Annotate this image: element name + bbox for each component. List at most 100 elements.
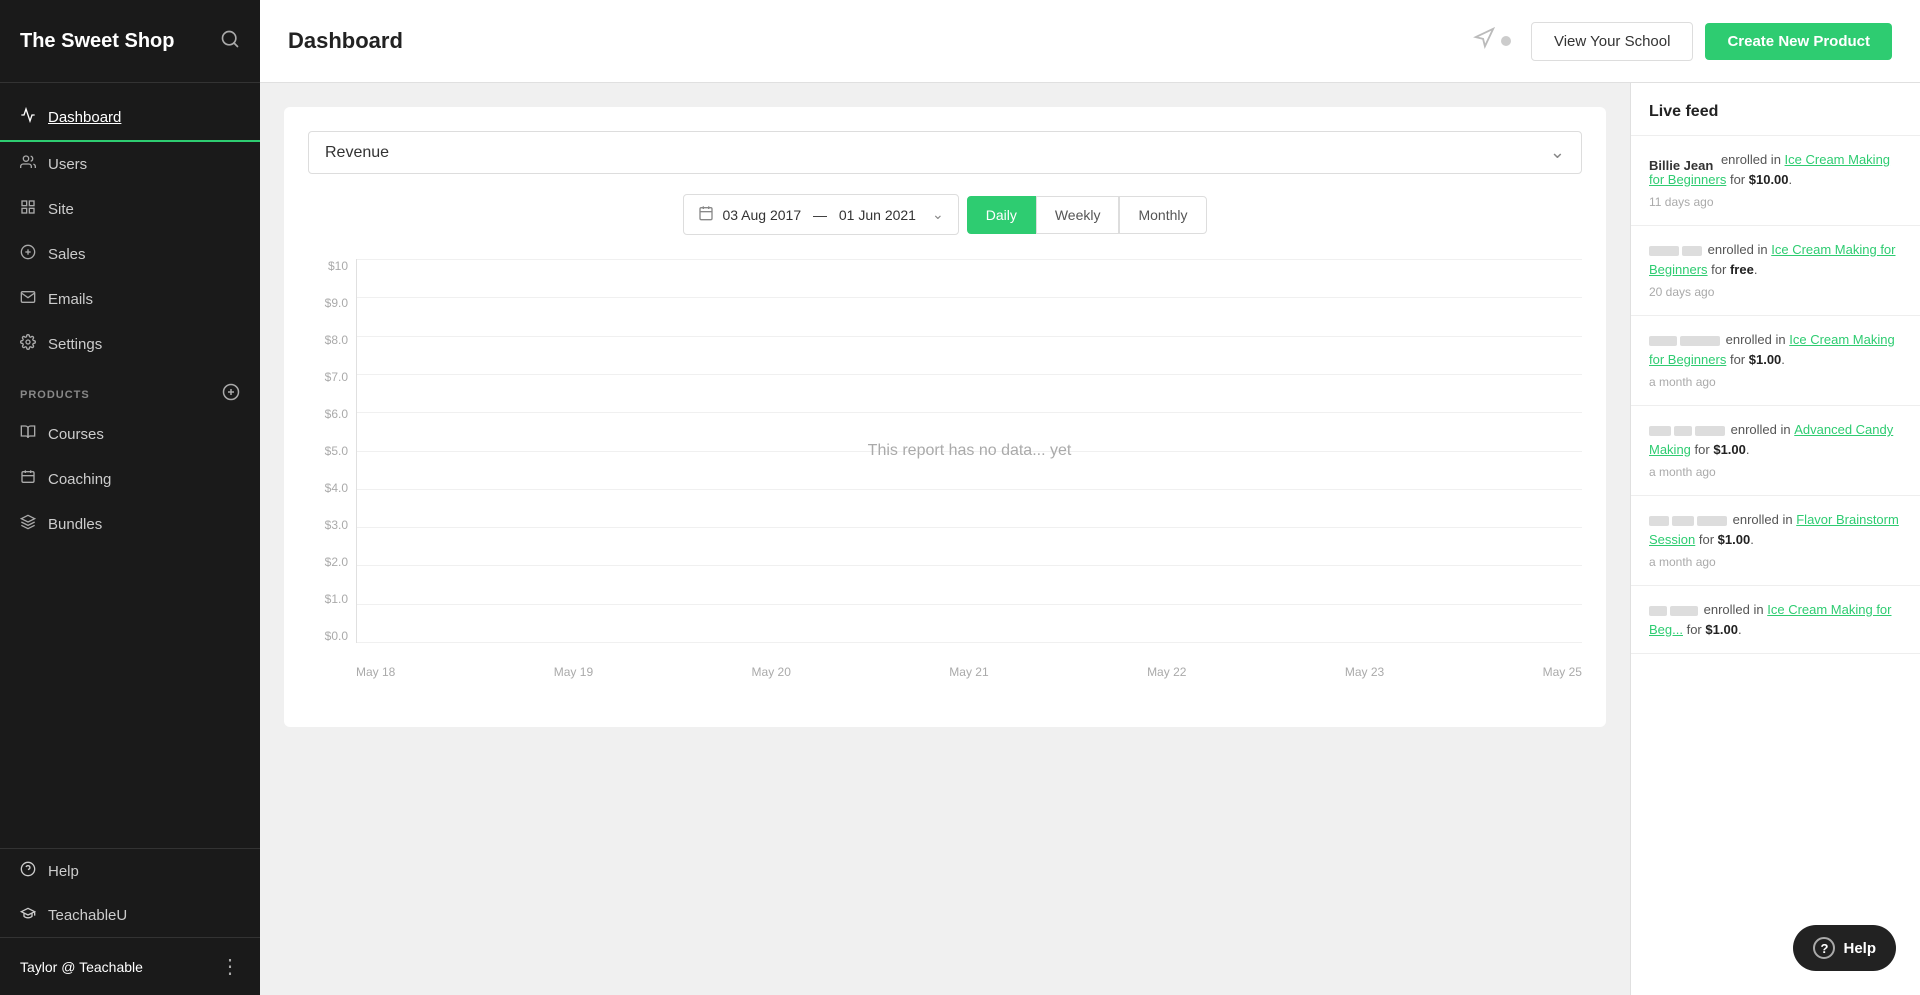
- sidebar-item-site[interactable]: Site: [0, 187, 260, 232]
- x-label-may19: May 19: [554, 665, 593, 679]
- sidebar-header: The Sweet Shop: [0, 0, 260, 83]
- date-end: 01 Jun 2021: [839, 207, 916, 223]
- x-label-may21: May 21: [949, 665, 988, 679]
- period-monthly-button[interactable]: Monthly: [1119, 196, 1206, 234]
- sidebar-item-users[interactable]: Users: [0, 142, 260, 187]
- x-label-may18: May 18: [356, 665, 395, 679]
- coaching-icon: [20, 469, 36, 490]
- feed-time-2: 20 days ago: [1649, 283, 1902, 301]
- users-icon: [20, 154, 36, 175]
- y-label-9: $9.0: [325, 296, 348, 310]
- sales-icon: [20, 244, 36, 265]
- feed-avatar-placeholder-2: [1649, 246, 1702, 256]
- sidebar-item-sales[interactable]: Sales: [0, 232, 260, 277]
- view-school-button[interactable]: View Your School: [1531, 22, 1693, 61]
- sidebar-user: Taylor @ Teachable ⋮: [0, 937, 260, 995]
- live-feed-title: Live feed: [1631, 103, 1920, 136]
- megaphone-icon: [1473, 27, 1495, 55]
- sidebar-item-sales-label: Sales: [48, 246, 86, 263]
- x-label-may23: May 23: [1345, 665, 1384, 679]
- sidebar-item-teachableu-label: TeachableU: [48, 907, 127, 924]
- y-label-3: $3.0: [325, 518, 348, 532]
- page-title: Dashboard: [288, 28, 403, 54]
- feed-item-6: enrolled in Ice Cream Making for Beg... …: [1631, 586, 1920, 654]
- date-dropdown-arrow: ⌄: [932, 206, 944, 223]
- sidebar-item-coaching[interactable]: Coaching: [0, 457, 260, 502]
- y-label-0: $0.0: [325, 629, 348, 643]
- create-product-button[interactable]: Create New Product: [1705, 23, 1892, 60]
- sidebar-item-settings[interactable]: Settings: [0, 322, 260, 367]
- feed-amount-1: $10.00: [1749, 172, 1789, 187]
- sidebar-item-help-label: Help: [48, 863, 79, 880]
- y-axis: $10 $9.0 $8.0 $7.0 $6.0 $5.0 $4.0 $3.0 $…: [308, 259, 356, 643]
- products-section-label: PRODUCTS: [0, 367, 260, 412]
- revenue-dropdown-chevron: ⌄: [1550, 142, 1565, 163]
- feed-amount-3: $1.00: [1749, 352, 1782, 367]
- help-button-label: Help: [1843, 940, 1876, 957]
- sidebar-item-bundles-label: Bundles: [48, 516, 102, 533]
- help-floating-button[interactable]: ? Help: [1793, 925, 1896, 971]
- sidebar-item-bundles[interactable]: Bundles: [0, 502, 260, 547]
- sidebar-title: The Sweet Shop: [20, 30, 174, 53]
- search-icon[interactable]: [220, 29, 240, 54]
- sidebar-item-emails[interactable]: Emails: [0, 277, 260, 322]
- feed-amount-5: $1.00: [1718, 532, 1751, 547]
- topbar-right: View Your School Create New Product: [1473, 22, 1892, 61]
- sidebar-item-courses[interactable]: Courses: [0, 412, 260, 457]
- notification-dot: [1501, 36, 1511, 46]
- main-content: Dashboard View Your School Create New Pr…: [260, 0, 1920, 995]
- sidebar-item-settings-label: Settings: [48, 336, 102, 353]
- feed-item-3: enrolled in Ice Cream Making for Beginne…: [1631, 316, 1920, 406]
- dashboard-panel: Revenue ⌄ 03 Aug 2017 — 01 Jun 2021 ⌄: [260, 83, 1630, 995]
- feed-avatar-placeholder-3: [1649, 336, 1720, 346]
- revenue-dropdown-label: Revenue: [325, 144, 389, 162]
- period-daily-button[interactable]: Daily: [967, 196, 1036, 234]
- sidebar-item-site-label: Site: [48, 201, 74, 218]
- sidebar: The Sweet Shop Dashboard Users Si: [0, 0, 260, 995]
- feed-avatar-placeholder-4: [1649, 426, 1725, 436]
- feed-avatar-placeholder-6: [1649, 606, 1698, 616]
- live-feed: Live feed Billie Jean enrolled in Ice Cr…: [1630, 83, 1920, 995]
- notification-area: [1473, 27, 1511, 55]
- sidebar-item-emails-label: Emails: [48, 291, 93, 308]
- feed-time-5: a month ago: [1649, 553, 1902, 571]
- feed-time-1: 11 days ago: [1649, 193, 1902, 211]
- sidebar-item-help[interactable]: Help: [0, 849, 260, 893]
- feed-amount-4: $1.00: [1713, 442, 1746, 457]
- chart-plot: This report has no data... yet: [356, 259, 1582, 643]
- sidebar-item-coaching-label: Coaching: [48, 471, 111, 488]
- chart-area: $10 $9.0 $8.0 $7.0 $6.0 $5.0 $4.0 $3.0 $…: [308, 259, 1582, 679]
- courses-icon: [20, 424, 36, 445]
- date-range-selector[interactable]: 03 Aug 2017 — 01 Jun 2021 ⌄: [683, 194, 958, 235]
- sidebar-item-courses-label: Courses: [48, 426, 104, 443]
- y-label-6: $6.0: [325, 407, 348, 421]
- feed-amount-2: free: [1730, 262, 1754, 277]
- emails-icon: [20, 289, 36, 310]
- y-label-1: $1.0: [325, 592, 348, 606]
- y-label-8: $8.0: [325, 333, 348, 347]
- sidebar-item-dashboard[interactable]: Dashboard: [0, 95, 260, 142]
- y-label-4: $4.0: [325, 481, 348, 495]
- y-label-7: $7.0: [325, 370, 348, 384]
- help-nav-icon: [20, 861, 36, 881]
- sidebar-nav: Dashboard Users Site Sales: [0, 83, 260, 848]
- x-label-may25: May 25: [1543, 665, 1582, 679]
- sidebar-item-teachableu[interactable]: TeachableU: [0, 893, 260, 937]
- sidebar-bottom: Help TeachableU: [0, 848, 260, 937]
- feed-time-3: a month ago: [1649, 373, 1902, 391]
- feed-item-5: enrolled in Flavor Brainstorm Session fo…: [1631, 496, 1920, 586]
- site-icon: [20, 199, 36, 220]
- revenue-dropdown[interactable]: Revenue ⌄: [308, 131, 1582, 174]
- y-label-5: $5.0: [325, 444, 348, 458]
- teachableu-icon: [20, 905, 36, 925]
- period-weekly-button[interactable]: Weekly: [1036, 196, 1120, 234]
- x-axis: May 18 May 19 May 20 May 21 May 22 May 2…: [356, 657, 1582, 679]
- topbar: Dashboard View Your School Create New Pr…: [260, 0, 1920, 83]
- sidebar-item-dashboard-label: Dashboard: [48, 109, 121, 126]
- feed-avatar-1: Billie Jean: [1649, 156, 1713, 166]
- sidebar-user-menu-icon[interactable]: ⋮: [220, 954, 240, 979]
- x-label-may22: May 22: [1147, 665, 1186, 679]
- add-product-icon[interactable]: [222, 383, 240, 406]
- help-circle-icon: ?: [1813, 937, 1835, 959]
- chart-container: Revenue ⌄ 03 Aug 2017 — 01 Jun 2021 ⌄: [284, 107, 1606, 727]
